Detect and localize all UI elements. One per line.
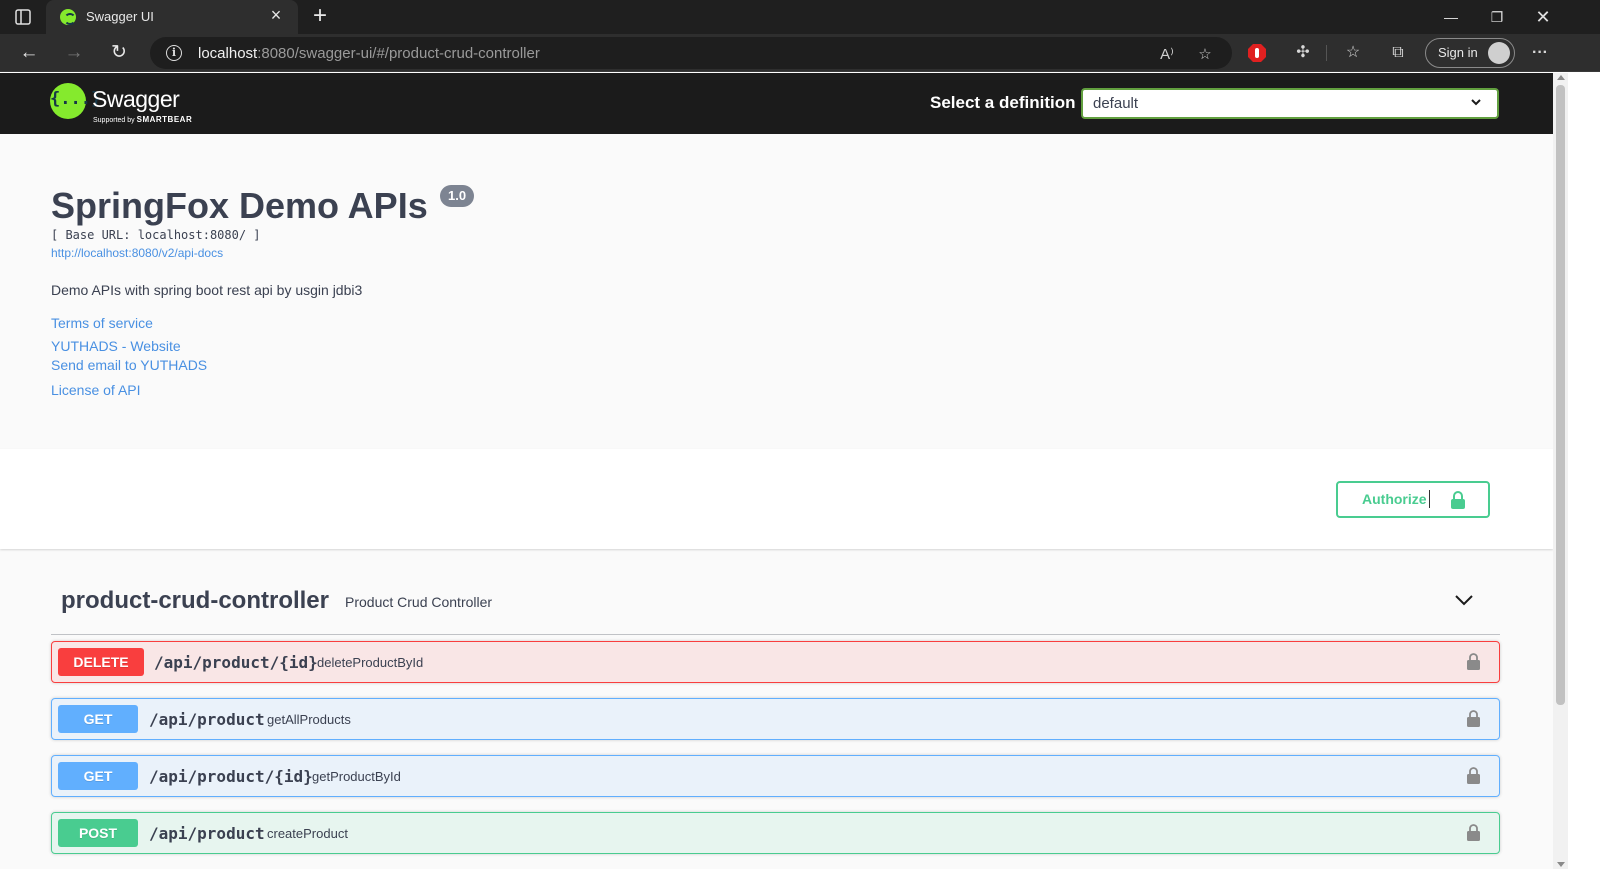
refresh-button[interactable]: ↻ — [106, 41, 132, 65]
tag-description: Product Crud Controller — [345, 594, 493, 610]
operation-path: /api/product/{id} — [149, 767, 313, 786]
address-bar[interactable]: i localhost:8080/swagger-ui/#/product-cr… — [150, 37, 1232, 69]
swagger-logo-icon[interactable]: {...} — [50, 83, 101, 119]
lock-icon[interactable] — [1466, 652, 1481, 671]
back-button[interactable]: ← — [16, 41, 42, 65]
toolbar-separator — [1326, 45, 1327, 61]
operation-path: /api/product — [149, 710, 265, 729]
browser-tab-bar: Swagger UI × + — ❐ ✕ — [0, 0, 1600, 34]
tab-actions-icon[interactable] — [14, 8, 32, 26]
site-info-icon[interactable]: i — [166, 45, 182, 61]
api-title: SpringFox Demo APIs — [51, 185, 428, 226]
add-favorite-icon[interactable]: ☆ — [1194, 44, 1216, 66]
close-window-button[interactable]: ✕ — [1520, 0, 1566, 34]
operation-summary: createProduct — [267, 826, 348, 841]
restore-button[interactable]: ❐ — [1474, 0, 1520, 34]
extensions-icon[interactable]: ✣ — [1291, 42, 1315, 64]
avatar — [1488, 42, 1510, 64]
swagger-logo-subtitle: Supported by SMARTBEAR — [93, 115, 193, 124]
lock-icon[interactable] — [1466, 766, 1481, 785]
lock-icon — [1451, 491, 1465, 509]
method-badge-get: GET — [58, 762, 138, 790]
opblock-post-create-product[interactable]: POST /api/product createProduct — [51, 812, 1500, 854]
sign-in-label: Sign in — [1438, 45, 1478, 60]
close-tab-icon[interactable]: × — [268, 6, 284, 24]
browser-tab-swagger[interactable]: Swagger UI × — [46, 0, 298, 34]
tag-header[interactable]: product-crud-controller Product Crud Con… — [51, 573, 1500, 635]
operation-path: /api/product — [149, 824, 265, 843]
tag-section-product-crud-controller: product-crud-controller Product Crud Con… — [51, 573, 1500, 854]
operation-summary: getProductById — [312, 769, 401, 784]
version-badge: 1.0 — [440, 185, 475, 207]
forward-button[interactable]: → — [61, 41, 87, 65]
authorize-label: Authorize — [1362, 491, 1427, 507]
more-options-icon[interactable]: ··· — [1528, 42, 1552, 64]
url-text[interactable]: localhost:8080/swagger-ui/#/product-crud… — [198, 45, 540, 62]
method-badge-delete: DELETE — [58, 648, 144, 676]
tag-name[interactable]: product-crud-controller — [61, 587, 329, 615]
scroll-down-arrow-icon[interactable] — [1557, 862, 1565, 867]
minimize-button[interactable]: — — [1428, 0, 1474, 34]
scrollbar-thumb[interactable] — [1556, 85, 1565, 705]
method-badge-get: GET — [58, 705, 138, 733]
opblock-delete-product-by-id[interactable]: DELETE /api/product/{id} deleteProductBy… — [51, 641, 1500, 683]
website-link[interactable]: YUTHADS - Website — [51, 338, 181, 354]
operation-summary: deleteProductById — [317, 655, 424, 670]
terms-of-service-link[interactable]: Terms of service — [51, 315, 153, 331]
adblock-extension-icon[interactable] — [1247, 43, 1267, 63]
method-badge-post: POST — [58, 819, 138, 847]
chevron-down-icon — [1471, 99, 1481, 106]
favorites-icon[interactable]: ☆ — [1341, 42, 1365, 64]
opblock-get-product-by-id[interactable]: GET /api/product/{id} getProductById — [51, 755, 1500, 797]
license-link[interactable]: License of API — [51, 382, 141, 398]
authorize-button[interactable]: Authorize — [1336, 481, 1490, 518]
new-tab-button[interactable]: + — [308, 4, 332, 29]
definition-select-value: default — [1093, 95, 1139, 112]
lock-icon[interactable] — [1466, 709, 1481, 728]
operation-path: /api/product/{id} — [154, 653, 318, 672]
collections-icon[interactable]: ⧉ — [1386, 42, 1410, 64]
swagger-logo-text[interactable]: Swagger — [92, 86, 180, 113]
opblock-get-all-products[interactable]: GET /api/product getAllProducts — [51, 698, 1500, 740]
api-docs-link[interactable]: http://localhost:8080/v2/api-docs — [51, 246, 223, 260]
swagger-logo-icon — [60, 9, 76, 25]
tab-title: Swagger UI — [86, 9, 154, 24]
page-scrollbar[interactable] — [1553, 73, 1568, 869]
sign-in-button[interactable]: Sign in — [1425, 38, 1515, 68]
read-aloud-icon[interactable]: A⁾ — [1156, 44, 1178, 66]
definition-select[interactable]: default — [1081, 88, 1499, 119]
base-url: [ Base URL: localhost:8080/ ] — [51, 228, 261, 242]
scheme-container: Authorize — [0, 449, 1553, 549]
text-cursor — [1429, 490, 1430, 508]
operation-summary: getAllProducts — [267, 712, 351, 727]
contact-email-link[interactable]: Send email to YUTHADS — [51, 357, 207, 373]
swagger-topbar: {...} Swagger Supported by SMARTBEAR Sel… — [0, 73, 1553, 134]
lock-icon[interactable] — [1466, 823, 1481, 842]
api-description: Demo APIs with spring boot rest api by u… — [51, 282, 363, 298]
scroll-up-arrow-icon[interactable] — [1557, 75, 1565, 80]
page-viewport: {...} Swagger Supported by SMARTBEAR Sel… — [0, 73, 1553, 869]
select-definition-label: Select a definition — [930, 93, 1076, 112]
chevron-down-icon[interactable] — [1454, 593, 1474, 607]
